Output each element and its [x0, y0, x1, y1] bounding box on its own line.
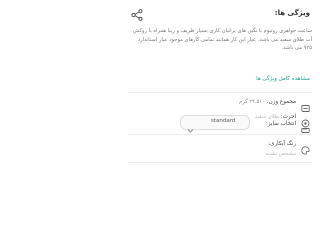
chevron-down-icon: [187, 119, 194, 133]
features-header: ویژگی ها:: [126, 5, 314, 23]
share-icon[interactable]: [130, 7, 144, 21]
divider: [128, 134, 312, 135]
divider: [128, 92, 312, 93]
ruler-icon: [301, 120, 310, 133]
size-label: انتخاب سایز:: [265, 121, 296, 127]
color-note: مشخص نشده: [265, 151, 296, 157]
size-select[interactable]: standard: [180, 115, 250, 133]
size-select-value: standard: [211, 118, 236, 124]
product-description: ساعت جواهری روتیوم با نگین های براتیان ک…: [132, 28, 312, 51]
product-features-card: ویژگی ها: ساعت جواهری روتیوم با نگین های…: [120, 0, 320, 200]
divider: [128, 162, 312, 163]
features-title: ویژگی ها:: [274, 9, 310, 17]
see-all-features-link[interactable]: مشاهده کامل ویژگی ها: [256, 76, 310, 82]
